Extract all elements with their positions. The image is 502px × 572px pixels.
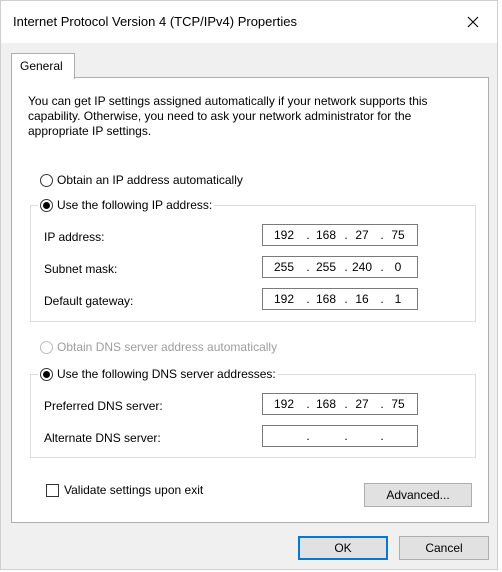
ipv4-properties-dialog: Internet Protocol Version 4 (TCP/IPv4) P… (0, 0, 498, 570)
octet-separator: . (306, 228, 310, 242)
ok-button[interactable]: OK (298, 536, 388, 560)
dns-manual-radio[interactable] (40, 367, 53, 381)
validate-checkbox[interactable] (46, 483, 59, 497)
ip-address-input[interactable]: 192 . 168 . 27 . 75 (262, 224, 418, 246)
default-gateway-label: Default gateway: (44, 294, 134, 308)
octet-separator: . (380, 292, 384, 306)
octet-separator: . (380, 429, 384, 443)
radio-selected-dot (43, 201, 50, 209)
ip-manual-label: Use the following IP address: (57, 198, 213, 212)
dns-manual-label: Use the following DNS server addresses: (57, 367, 276, 381)
close-icon (467, 16, 479, 28)
subnet-mask-input[interactable]: 255 . 255 . 240 . 0 (262, 256, 418, 278)
alternate-dns-label: Alternate DNS server: (44, 431, 161, 445)
description-text: You can get IP settings assigned automat… (28, 94, 428, 138)
dns-auto-radio[interactable] (40, 340, 53, 354)
ip-octet-1: 192 (273, 228, 295, 242)
advanced-button[interactable]: Advanced... (364, 483, 472, 507)
gateway-octet-3: 16 (355, 292, 369, 306)
ip-manual-radio[interactable] (40, 198, 53, 212)
gateway-octet-4: 1 (394, 292, 402, 306)
default-gateway-input[interactable]: 192 . 168 . 16 . 1 (262, 288, 418, 310)
subnet-mask-label: Subnet mask: (44, 262, 118, 276)
ip-auto-radio-row[interactable]: Obtain an IP address automatically (40, 173, 243, 187)
gateway-octet-2: 168 (315, 292, 337, 306)
ip-octet-4: 75 (391, 228, 405, 242)
octet-separator: . (344, 429, 348, 443)
pdns-octet-2: 168 (315, 397, 337, 411)
general-panel: You can get IP settings assigned automat… (11, 77, 489, 523)
close-button[interactable] (459, 9, 487, 35)
preferred-dns-input[interactable]: 192 . 168 . 27 . 75 (262, 393, 418, 415)
ip-auto-radio[interactable] (40, 173, 53, 187)
validate-checkbox-row[interactable]: Validate settings upon exit (46, 483, 203, 497)
octet-separator: . (380, 228, 384, 242)
ip-manual-radio-row[interactable]: Use the following IP address: (38, 198, 215, 212)
subnet-octet-2: 255 (315, 260, 337, 274)
radio-selected-dot (43, 370, 50, 378)
octet-separator: . (380, 260, 384, 274)
gateway-octet-1: 192 (273, 292, 295, 306)
octet-separator: . (344, 260, 348, 274)
octet-separator: . (306, 397, 310, 411)
dns-auto-label: Obtain DNS server address automatically (57, 340, 278, 354)
ip-auto-label: Obtain an IP address automatically (57, 173, 243, 187)
ip-octet-3: 27 (355, 228, 369, 242)
ip-octet-2: 168 (315, 228, 337, 242)
octet-separator: . (344, 228, 348, 242)
window-title: Internet Protocol Version 4 (TCP/IPv4) P… (13, 14, 297, 29)
octet-separator: . (306, 292, 310, 306)
title-bar: Internet Protocol Version 4 (TCP/IPv4) P… (1, 1, 497, 43)
validate-label: Validate settings upon exit (64, 483, 204, 497)
subnet-octet-1: 255 (273, 260, 295, 274)
dns-auto-radio-row[interactable]: Obtain DNS server address automatically (40, 340, 277, 354)
dns-manual-radio-row[interactable]: Use the following DNS server addresses: (38, 367, 278, 381)
octet-separator: . (380, 397, 384, 411)
pdns-octet-4: 75 (391, 397, 405, 411)
octet-separator: . (306, 429, 310, 443)
octet-separator: . (344, 397, 348, 411)
alternate-dns-input[interactable]: . . . (262, 425, 418, 447)
octet-separator: . (306, 260, 310, 274)
ip-address-label: IP address: (44, 230, 105, 244)
subnet-octet-4: 0 (394, 260, 402, 274)
octet-separator: . (344, 292, 348, 306)
pdns-octet-1: 192 (273, 397, 295, 411)
pdns-octet-3: 27 (355, 397, 369, 411)
tab-general[interactable]: General (11, 53, 75, 79)
preferred-dns-label: Preferred DNS server: (44, 399, 163, 413)
cancel-button[interactable]: Cancel (399, 536, 489, 560)
subnet-octet-3: 240 (351, 260, 373, 274)
